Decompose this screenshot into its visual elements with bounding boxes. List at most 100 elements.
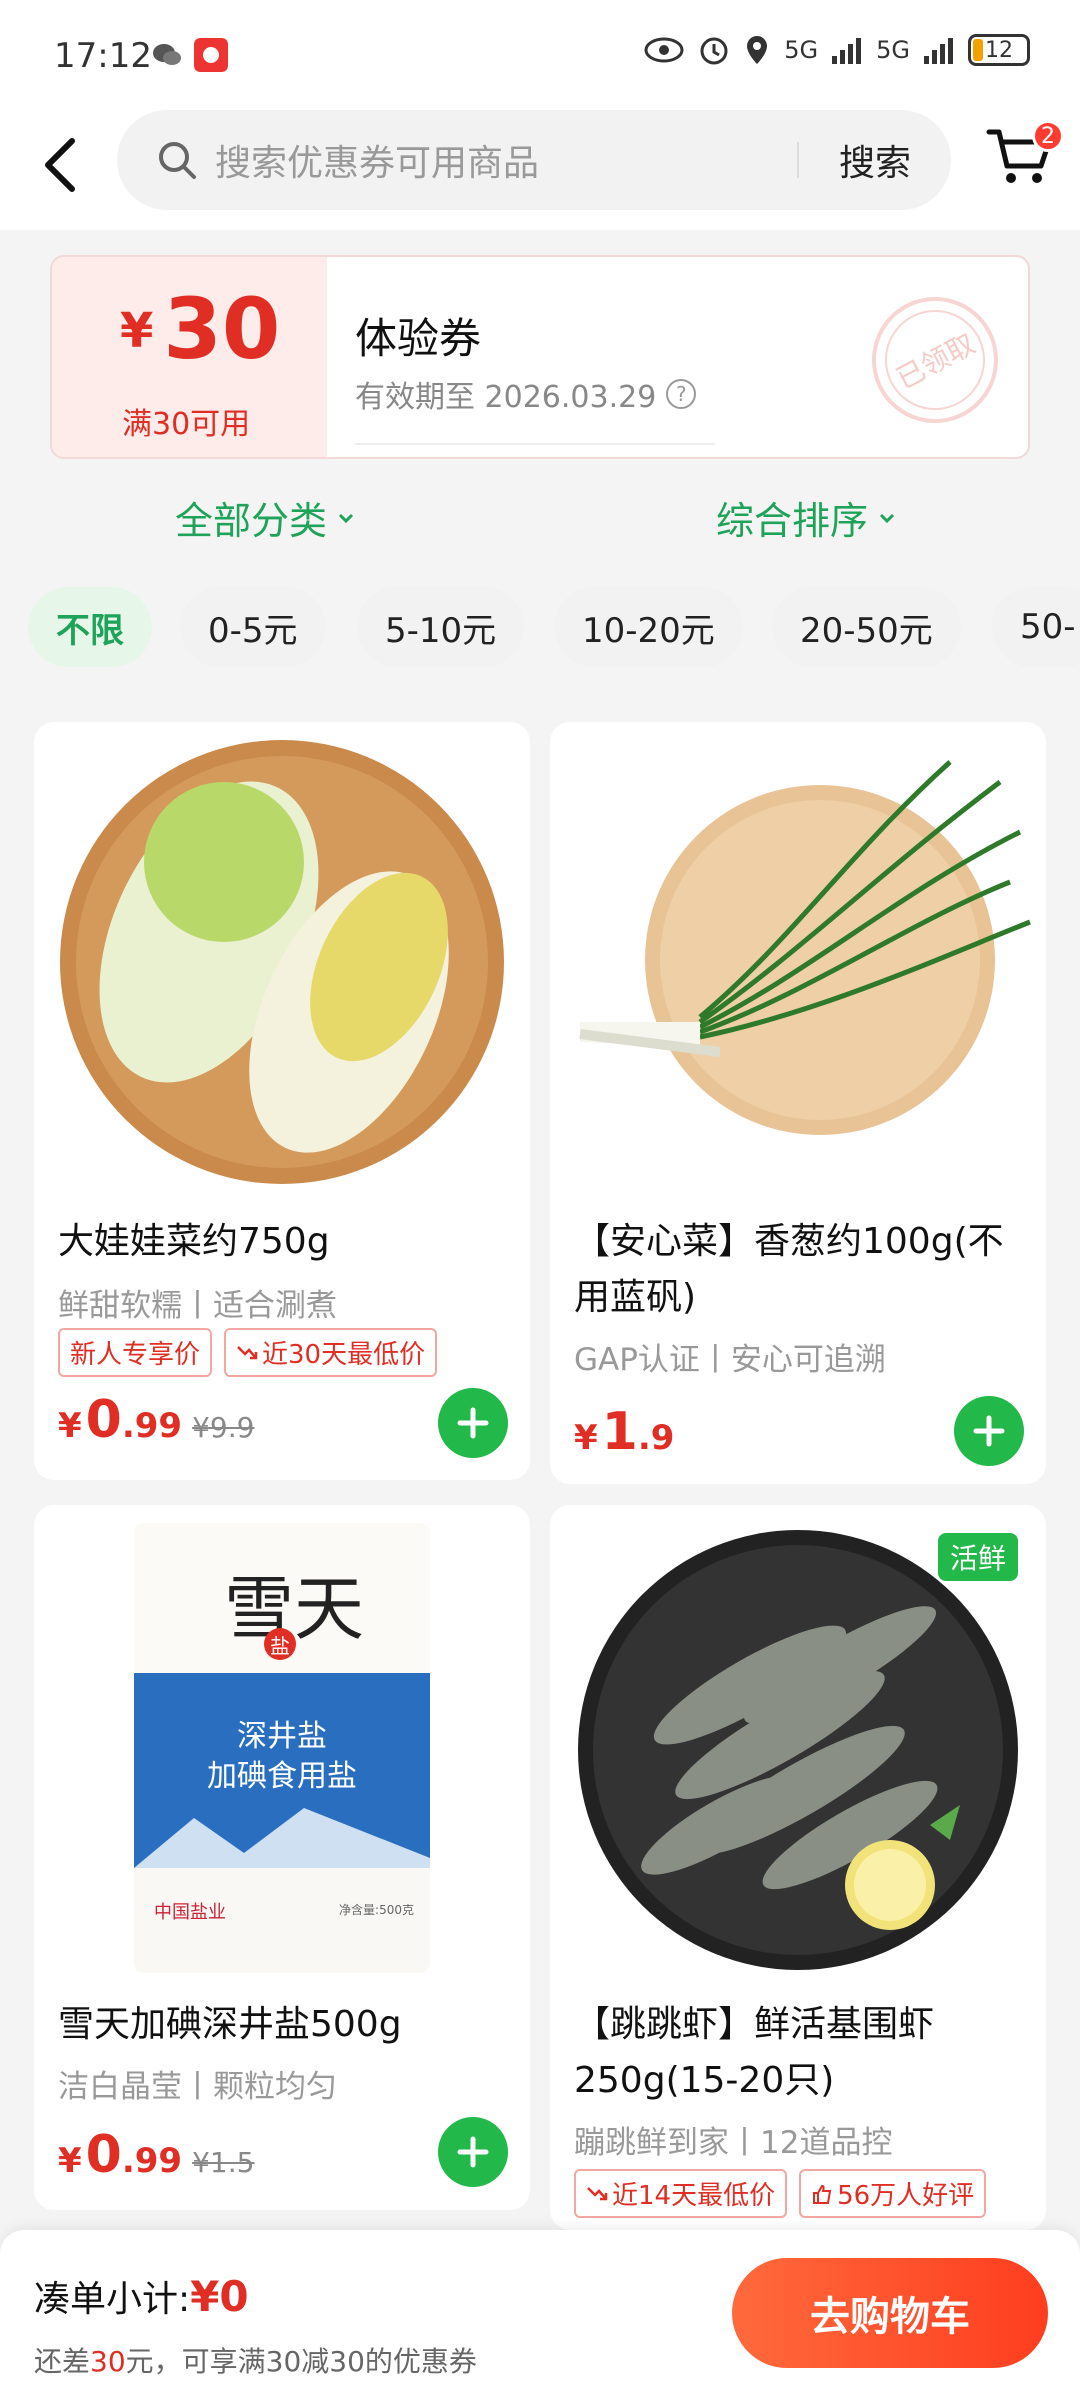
product-tags: 新人专享价 近30天最低价 — [58, 1328, 438, 1377]
add-to-cart-button[interactable] — [438, 2117, 508, 2187]
price-decimal: .9 — [637, 1418, 675, 1458]
price-integer: 0 — [85, 2125, 122, 2185]
add-to-cart-button[interactable] — [438, 1388, 508, 1458]
sort-filter[interactable]: 综合排序 — [716, 490, 896, 545]
coupon-validity-text: 有效期至 2026.03.29 — [355, 380, 657, 415]
product-name: 【跳跳虾】鲜活基围虾250g(15-20只) — [574, 2004, 935, 2101]
product-image-salt: 雪天 盐 深井盐 加碘食用盐 中国盐业 净含量:500克 — [134, 1523, 430, 1973]
battery-level: 12 — [985, 37, 1013, 63]
cart-count-badge: 2 — [1032, 120, 1064, 152]
salt-line1: 深井盐 — [237, 1719, 327, 1754]
signal-icon — [832, 38, 862, 64]
product-desc: 洁白晶莹丨颗粒均匀 — [58, 2069, 337, 2105]
status-indicators: 5G 5G 12 — [644, 34, 1030, 66]
coupon-condition: 满30可用 — [122, 407, 251, 442]
product-image-scallion — [579, 760, 1031, 1135]
coupon-currency: ¥ — [120, 303, 154, 359]
price-integer: 1 — [601, 1402, 638, 1462]
price-currency: ¥ — [58, 2141, 82, 2181]
coupon-amount: ¥ 30 — [120, 287, 280, 371]
chevron-down-icon — [338, 513, 354, 523]
plus-icon — [973, 1415, 1005, 1447]
tag-new-user-price: 新人专享价 — [58, 1328, 213, 1377]
bottom-bar: 凑单小计: ¥0 还差30元，可享满30减30的优惠券 去购物车 — [0, 2230, 1080, 2388]
product-price: ¥ 0 .99 ¥9.9 — [58, 1390, 254, 1450]
chip-0-5[interactable]: 0-5元 — [180, 587, 326, 667]
tag-lowest-price: 近14天最低价 — [574, 2169, 788, 2218]
wechat-icon — [153, 44, 181, 65]
mountain-graphic — [134, 1808, 430, 1868]
product-desc: 蹦跳鲜到家丨12道品控 — [574, 2125, 893, 2161]
trend-down-icon — [237, 1345, 258, 1359]
salt-seal: 盐 — [264, 1628, 296, 1660]
signal-label-2: 5G — [876, 36, 910, 64]
live-fresh-badge: 活鲜 — [937, 1533, 1018, 1581]
battery-icon: 12 — [968, 34, 1030, 66]
add-to-cart-button[interactable] — [954, 1396, 1024, 1466]
app-notification-icon — [194, 38, 228, 72]
price-decimal: .99 — [121, 1406, 183, 1446]
salt-line2: 加碘食用盐 — [207, 1759, 357, 1794]
product-desc: GAP认证丨安心可追溯 — [574, 1342, 886, 1378]
coupon-title: 体验券 — [355, 314, 482, 363]
salt-pack-blue: 深井盐 加碘食用盐 — [134, 1673, 430, 1868]
chip-unlimited[interactable]: 不限 — [28, 587, 152, 667]
search-button[interactable]: 搜索 — [839, 134, 911, 186]
product-card[interactable]: 【安心菜】香葱约100g(不用蓝矾) GAP认证丨安心可追溯 ¥ 1 .9 — [550, 722, 1046, 1484]
search-icon — [159, 142, 196, 179]
product-card[interactable]: 活鲜 【跳跳虾】鲜活基围虾250g(15-20只) 蹦跳鲜到家丨12道品控 近1… — [550, 1505, 1046, 2230]
hint-suffix: 元，可享满30减30的优惠券 — [125, 2345, 477, 2378]
product-name: 大娃娃菜约750g — [58, 1221, 330, 1262]
price-range-chips: 不限 0-5元 5-10元 10-20元 20-50元 50- — [0, 587, 1080, 667]
subtotal-label: 凑单小计: — [34, 2279, 191, 2320]
product-price: ¥ 0 .99 ¥1.5 — [58, 2125, 254, 2185]
subtotal-value: ¥0 — [190, 2272, 249, 2321]
price-integer: 0 — [85, 1390, 122, 1450]
product-card[interactable]: 大娃娃菜约750g 鲜甜软糯丨适合涮煮 新人专享价 近30天最低价 ¥ 0 .9… — [34, 722, 530, 1480]
original-price: ¥9.9 — [192, 1411, 255, 1444]
salt-footer: 中国盐业 — [154, 1902, 226, 1923]
chip-10-20[interactable]: 10-20元 — [554, 587, 743, 667]
tag-lowest-price-text: 近14天最低价 — [612, 2181, 776, 2211]
category-filter[interactable]: 全部分类 — [175, 490, 355, 545]
back-button[interactable] — [30, 130, 90, 200]
search-bar[interactable]: 搜索优惠券可用商品 搜索 — [117, 110, 951, 210]
price-currency: ¥ — [574, 1418, 598, 1458]
signal-label-1: 5G — [784, 36, 819, 64]
chip-50-plus[interactable]: 50- — [992, 587, 1080, 667]
plus-icon — [457, 2136, 489, 2168]
product-name: 雪天加碘深井盐500g — [58, 2004, 402, 2045]
product-image-cabbage — [60, 740, 504, 1184]
coupon-value: 30 — [163, 280, 281, 378]
claimed-stamp: 已领取 — [849, 274, 1021, 446]
status-app-icons — [150, 38, 228, 72]
coupon-validity: 有效期至 2026.03.29 ? — [355, 372, 697, 416]
price-decimal: .99 — [121, 2141, 183, 2181]
hint-amount: 30 — [90, 2345, 126, 2378]
go-to-cart-button[interactable]: 去购物车 — [732, 2258, 1048, 2368]
product-desc: 鲜甜软糯丨适合涮煮 — [58, 1288, 337, 1324]
signal-icon-2 — [924, 38, 953, 64]
product-name: 【安心菜】香葱约100g(不用蓝矾) — [574, 1221, 1004, 1318]
chip-20-50[interactable]: 20-50元 — [772, 587, 961, 667]
tag-lowest-price-text: 近30天最低价 — [262, 1340, 426, 1370]
tag-reviews-text: 56万人好评 — [837, 2181, 975, 2211]
plus-icon — [457, 1407, 489, 1439]
help-icon[interactable]: ? — [666, 379, 697, 409]
alarm-icon — [700, 37, 728, 65]
product-card[interactable]: 雪天 盐 深井盐 加碘食用盐 中国盐业 净含量:500克 雪天加碘深井盐500g… — [34, 1505, 530, 2210]
location-icon — [747, 36, 768, 64]
thumbs-up-icon — [813, 2184, 832, 2204]
tag-reviews: 56万人好评 — [799, 2169, 987, 2218]
chevron-down-icon — [879, 513, 895, 523]
subtotal: 凑单小计: ¥0 — [34, 2270, 249, 2322]
chip-5-10[interactable]: 5-10元 — [357, 587, 525, 667]
salt-net-weight: 净含量:500克 — [339, 1903, 414, 1917]
status-bar: 17:12 5G 5G 12 — [0, 0, 1080, 110]
search-divider — [796, 142, 799, 178]
coupon-card: ¥ 30 满30可用 体验券 有效期至 2026.03.29 ? 已领取 — [50, 255, 1030, 459]
status-time: 17:12 — [54, 36, 152, 76]
product-tags: 近14天最低价 56万人好评 — [574, 2169, 987, 2218]
search-input[interactable]: 搜索优惠券可用商品 — [215, 134, 797, 186]
salt-pack-top: 雪天 盐 — [134, 1523, 430, 1673]
